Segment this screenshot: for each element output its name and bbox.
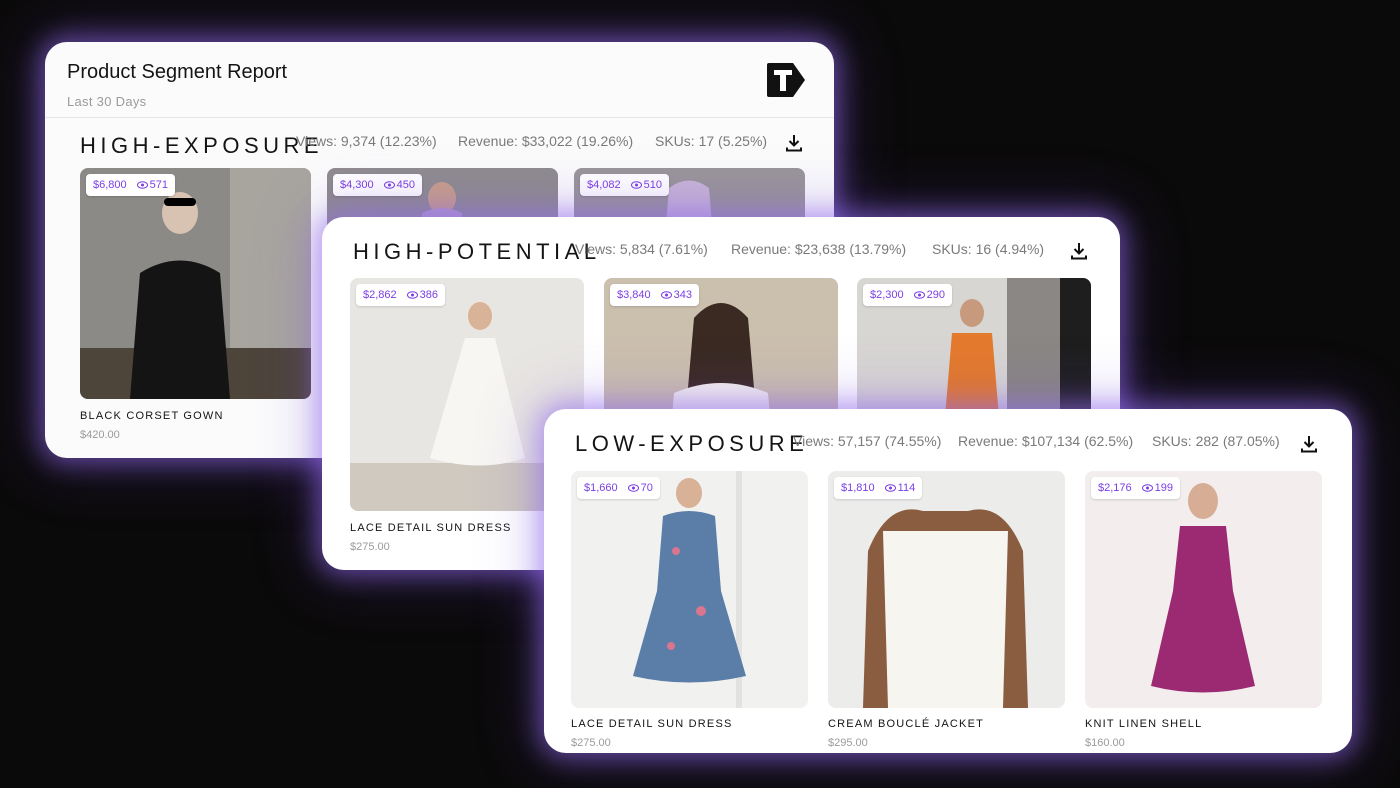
metrics-badge: $4,300 450: [333, 174, 423, 196]
product-price: $275.00: [571, 737, 611, 749]
segment-card-low-exposure: LOW-EXPOSURE Views: 57,157 (74.55%) Reve…: [544, 409, 1352, 753]
views-value: 510: [643, 179, 663, 191]
views-value: 386: [419, 289, 439, 301]
metrics-badge: $6,800 571: [86, 174, 176, 196]
eye-icon: [1141, 484, 1153, 492]
metrics-badge: $1,660 70: [577, 477, 660, 499]
eye-icon: [630, 181, 642, 189]
views-value: 70: [640, 482, 653, 494]
product-name[interactable]: LACE DETAIL SUN DRESS: [350, 522, 512, 534]
segment-views: Views: 5,834 (7.61%): [575, 241, 708, 257]
views-value: 199: [1154, 482, 1174, 494]
segment-views: Views: 57,157 (74.55%): [793, 433, 942, 449]
product-image[interactable]: $6,800 571: [80, 168, 311, 399]
eye-icon: [660, 291, 672, 299]
product-price: $420.00: [80, 429, 120, 441]
metrics-badge: $1,810 114: [834, 477, 923, 499]
views-value: 290: [926, 289, 946, 301]
segment-title: LOW-EXPOSURE: [575, 431, 809, 456]
segment-header-high-exposure: HIGH-EXPOSURE Views: 9,374 (12.23%) Reve…: [45, 124, 834, 164]
brand-t-logo-icon: [767, 63, 805, 97]
segment-title: HIGH-EXPOSURE: [80, 133, 324, 158]
product-name[interactable]: KNIT LINEN SHELL: [1085, 718, 1202, 730]
revenue-value: $6,800: [93, 179, 127, 191]
revenue-value: $1,660: [584, 482, 618, 494]
product-name[interactable]: LACE DETAIL SUN DRESS: [571, 718, 733, 730]
report-title: Product Segment Report: [67, 61, 288, 83]
download-icon[interactable]: [1069, 241, 1089, 261]
product-photo: [828, 471, 1065, 708]
eye-icon: [884, 484, 896, 492]
views-value: 114: [897, 482, 916, 494]
eye-icon: [406, 291, 418, 299]
product-price: $160.00: [1085, 737, 1125, 749]
product-name[interactable]: BLACK CORSET GOWN: [80, 410, 224, 422]
eye-icon: [627, 484, 639, 492]
product-price: $275.00: [350, 541, 390, 553]
metrics-badge: $2,300 290: [863, 284, 953, 306]
product-photo: [1085, 471, 1322, 708]
report-subtitle: Last 30 Days: [67, 94, 147, 109]
segment-revenue: Revenue: $33,022 (19.26%): [458, 133, 634, 149]
revenue-value: $4,300: [340, 179, 374, 191]
segment-skus: SKUs: 17 (5.25%): [655, 133, 768, 149]
revenue-value: $2,300: [870, 289, 904, 301]
revenue-value: $2,862: [363, 289, 397, 301]
metrics-badge: $4,082 510: [580, 174, 670, 196]
product-image[interactable]: $2,176 199: [1085, 471, 1322, 708]
product-photo: [80, 168, 311, 399]
views-value: 343: [673, 289, 693, 301]
download-icon[interactable]: [1299, 434, 1319, 454]
report-header: Product Segment Report Last 30 Days: [45, 42, 834, 118]
metrics-badge: $2,176 199: [1091, 477, 1181, 499]
segment-skus: SKUs: 16 (4.94%): [932, 241, 1045, 257]
eye-icon: [136, 181, 148, 189]
views-value: 450: [396, 179, 416, 191]
revenue-value: $3,840: [617, 289, 651, 301]
eye-icon: [913, 291, 925, 299]
product-photo: [571, 471, 808, 708]
segment-revenue: Revenue: $23,638 (13.79%): [731, 241, 907, 257]
segment-views: Views: 9,374 (12.23%): [296, 133, 437, 149]
product-name[interactable]: CREAM BOUCLÉ JACKET: [828, 718, 984, 730]
product-image[interactable]: $1,810 114: [828, 471, 1065, 708]
views-value: 571: [149, 179, 169, 191]
product-price: $295.00: [828, 737, 868, 749]
metrics-badge: $2,862 386: [356, 284, 446, 306]
download-icon[interactable]: [784, 133, 804, 153]
segment-revenue: Revenue: $107,134 (62.5%): [958, 433, 1134, 449]
segment-header-high-potential: HIGH-POTENTIAL Views: 5,834 (7.61%) Reve…: [322, 231, 1120, 271]
product-image[interactable]: $1,660 70: [571, 471, 808, 708]
revenue-value: $1,810: [841, 482, 875, 494]
segment-header-low-exposure: LOW-EXPOSURE Views: 57,157 (74.55%) Reve…: [544, 423, 1352, 463]
eye-icon: [383, 181, 395, 189]
segment-skus: SKUs: 282 (87.05%): [1152, 433, 1280, 449]
revenue-value: $2,176: [1098, 482, 1132, 494]
segment-title: HIGH-POTENTIAL: [353, 239, 601, 264]
revenue-value: $4,082: [587, 179, 621, 191]
metrics-badge: $3,840 343: [610, 284, 700, 306]
